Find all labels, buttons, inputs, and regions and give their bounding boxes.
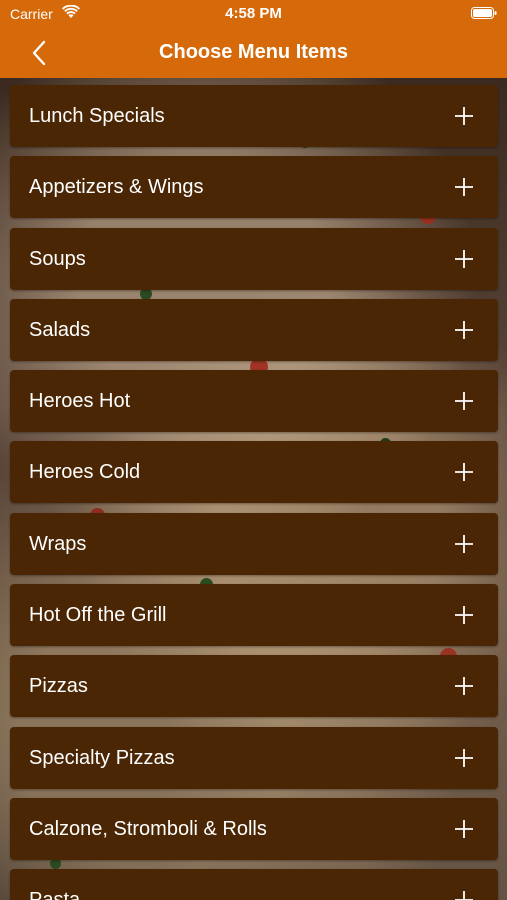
menu-category-label: Calzone, Stromboli & Rolls — [29, 817, 267, 840]
menu-category-label: Hot Off the Grill — [29, 604, 167, 627]
menu-category-soups[interactable]: Soups — [10, 227, 498, 290]
navigation-bar: Choose Menu Items — [0, 28, 507, 78]
menu-category-label: Appetizers & Wings — [29, 176, 204, 199]
menu-category-calzone-stromboli-rolls[interactable]: Calzone, Stromboli & Rolls — [10, 797, 498, 860]
menu-category-specialty-pizzas[interactable]: Specialty Pizzas — [10, 726, 498, 789]
menu-category-label: Lunch Specials — [29, 105, 165, 127]
menu-category-label: Salads — [29, 318, 91, 341]
menu-category-list: Lunch Specials Appetizers & Wings Soups … — [10, 85, 498, 900]
plus-icon[interactable] — [454, 534, 474, 554]
menu-category-pizzas[interactable]: Pizzas — [10, 655, 498, 718]
plus-icon[interactable] — [454, 106, 474, 126]
plus-icon[interactable] — [454, 177, 474, 197]
menu-category-hot-off-the-grill[interactable]: Hot Off the Grill — [10, 584, 498, 647]
plus-icon[interactable] — [454, 249, 474, 269]
menu-category-label: Heroes Cold — [29, 461, 141, 484]
menu-category-salads[interactable]: Salads — [10, 298, 498, 361]
menu-category-appetizers-wings[interactable]: Appetizers & Wings — [10, 156, 498, 219]
menu-category-label: Heroes Hot — [29, 390, 131, 413]
plus-icon[interactable] — [454, 676, 474, 696]
menu-category-heroes-cold[interactable]: Heroes Cold — [10, 441, 498, 504]
plus-icon[interactable] — [454, 819, 474, 839]
menu-category-lunch-specials[interactable]: Lunch Specials — [10, 85, 498, 147]
status-time: 4:58 PM — [225, 5, 282, 22]
plus-icon[interactable] — [454, 748, 474, 768]
battery-icon — [471, 7, 497, 19]
page-title: Choose Menu Items — [159, 41, 348, 63]
menu-category-heroes-hot[interactable]: Heroes Hot — [10, 370, 498, 433]
menu-category-wraps[interactable]: Wraps — [10, 512, 498, 575]
menu-category-pasta[interactable]: Pasta — [10, 869, 498, 900]
menu-category-label: Specialty Pizzas — [29, 746, 175, 769]
plus-icon[interactable] — [454, 391, 474, 411]
menu-category-label: Pasta — [29, 889, 80, 900]
plus-icon[interactable] — [454, 605, 474, 625]
menu-category-label: Wraps — [29, 532, 87, 555]
menu-screen: Carrier 4:58 PM Choose Menu Items Lunch … — [0, 0, 507, 900]
plus-icon[interactable] — [454, 320, 474, 340]
plus-icon[interactable] — [454, 890, 474, 900]
menu-category-label: Soups — [29, 247, 86, 270]
plus-icon[interactable] — [454, 462, 474, 482]
menu-category-label: Pizzas — [29, 675, 88, 698]
status-bar: Carrier 4:58 PM — [0, 0, 507, 28]
